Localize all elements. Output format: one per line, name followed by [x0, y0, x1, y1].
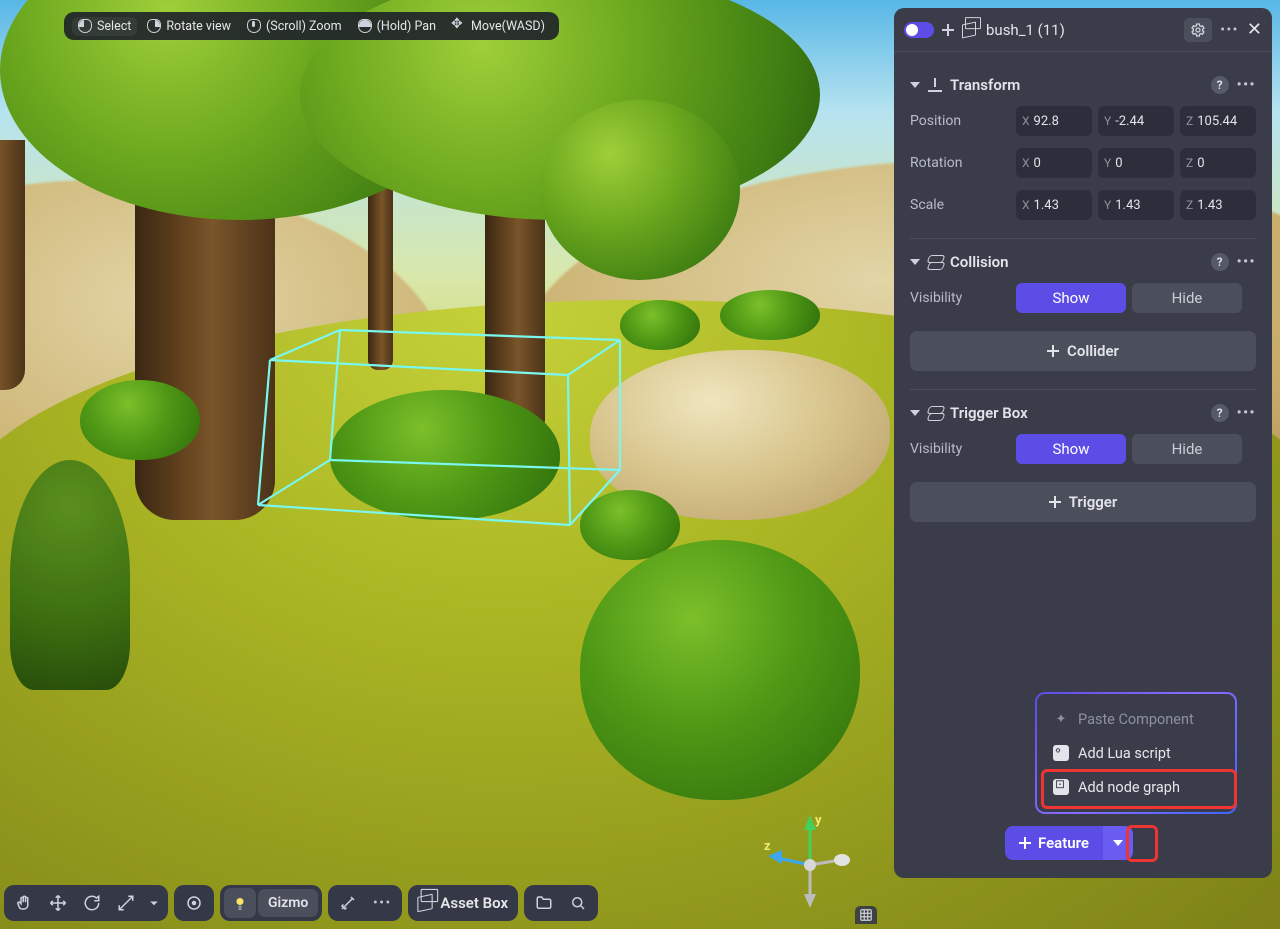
tool-scale[interactable]: [110, 888, 142, 918]
move-icon: [452, 19, 466, 33]
section-trigger-box: Trigger Box ? ••• Visibility Show Hide T…: [910, 404, 1256, 522]
feature-menu-popup: Paste Component Add Lua script Add node …: [1035, 692, 1237, 814]
menu-paste-component: Paste Component: [1045, 702, 1227, 736]
feature-split-button: Feature: [1005, 826, 1133, 860]
add-collider-button[interactable]: Collider: [910, 331, 1256, 371]
inspector-header: bush_1 (11) ••• ✕: [894, 8, 1272, 52]
axis-orientation-gizmo[interactable]: y z: [760, 810, 860, 910]
object-enabled-toggle[interactable]: [904, 22, 934, 38]
snap-button[interactable]: [178, 888, 210, 918]
visibility-show-button[interactable]: Show: [1016, 434, 1126, 464]
mouse-left-icon: [78, 19, 92, 33]
scale-y-input[interactable]: Y1.43: [1098, 190, 1174, 220]
viewport-controls-toolbar: Select Rotate view (Scroll) Zoom (Hold) …: [64, 12, 559, 40]
label: (Hold) Pan: [377, 19, 436, 34]
mouse-scroll-icon: [247, 19, 261, 33]
row-position: Position X92.8 Y-2.44 Z105.44: [910, 106, 1256, 136]
folder-button[interactable]: [528, 888, 560, 918]
tool-zoom[interactable]: (Scroll) Zoom: [241, 17, 348, 36]
section-title: Collision: [950, 253, 1008, 271]
section-more-button[interactable]: •••: [1237, 77, 1256, 93]
rotation-z-input[interactable]: Z0: [1180, 148, 1256, 178]
caret-down-icon[interactable]: [910, 259, 920, 265]
menu-add-node-graph[interactable]: Add node graph: [1045, 770, 1227, 804]
visibility-show-button[interactable]: Show: [1016, 283, 1126, 313]
object-name[interactable]: bush_1 (11): [984, 21, 1176, 39]
help-button[interactable]: ?: [1211, 76, 1229, 94]
object-icon: [962, 21, 976, 38]
add-trigger-button[interactable]: Trigger: [910, 482, 1256, 522]
mouse-right-icon: [147, 19, 161, 33]
label: (Scroll) Zoom: [266, 19, 342, 34]
position-z-input[interactable]: Z105.44: [1180, 106, 1256, 136]
code-icon: [1053, 745, 1069, 761]
rotation-x-input[interactable]: X0: [1016, 148, 1092, 178]
wand-icon: [1053, 711, 1069, 727]
light-button[interactable]: [224, 888, 256, 918]
section-title: Trigger Box: [950, 404, 1028, 422]
label: Asset Box: [440, 894, 508, 912]
transform-icon: [928, 78, 942, 92]
field-label: Scale: [910, 197, 1010, 213]
scale-z-input[interactable]: Z1.43: [1180, 190, 1256, 220]
grid-toggle-button[interactable]: [855, 906, 877, 924]
rotation-y-input[interactable]: Y0: [1098, 148, 1174, 178]
bottom-toolbar: Gizmo ••• Asset Box: [4, 885, 598, 921]
label: Select: [97, 19, 131, 34]
graph-icon: [1053, 779, 1069, 795]
label: Move(WASD): [471, 19, 545, 34]
plus-icon: [1047, 345, 1059, 357]
help-button[interactable]: ?: [1211, 253, 1229, 271]
plus-icon: [1019, 837, 1031, 849]
magic-wand-button[interactable]: [332, 888, 364, 918]
tool-pan[interactable]: (Hold) Pan: [352, 17, 442, 36]
axis-z-label: z: [764, 839, 771, 854]
visibility-hide-button[interactable]: Hide: [1132, 283, 1242, 313]
row-rotation: Rotation X0 Y0 Z0: [910, 148, 1256, 178]
section-transform: Transform ? ••• Position X92.8 Y-2.44 Z1…: [910, 76, 1256, 220]
visibility-hide-button[interactable]: Hide: [1132, 434, 1242, 464]
tool-hand[interactable]: [8, 888, 40, 918]
menu-add-lua-script[interactable]: Add Lua script: [1045, 736, 1227, 770]
caret-down-icon[interactable]: [910, 82, 920, 88]
field-label: Visibility: [910, 290, 1010, 306]
scale-x-input[interactable]: X1.43: [1016, 190, 1092, 220]
add-icon[interactable]: [942, 24, 954, 36]
settings-button[interactable]: [1184, 18, 1212, 42]
search-button[interactable]: [562, 888, 594, 918]
chevron-down-icon: [1113, 840, 1123, 846]
feature-dropdown-button[interactable]: [1103, 826, 1133, 860]
axis-y-label: y: [815, 813, 822, 828]
box-icon: [418, 894, 433, 913]
close-button[interactable]: ✕: [1247, 21, 1262, 39]
field-label: Visibility: [910, 441, 1010, 457]
row-scale: Scale X1.43 Y1.43 Z1.43: [910, 190, 1256, 220]
tool-move-wasd[interactable]: Move(WASD): [446, 17, 551, 36]
field-label: Rotation: [910, 155, 1010, 171]
feature-button[interactable]: Feature: [1005, 826, 1103, 860]
section-collision: Collision ? ••• Visibility Show Hide Col…: [910, 253, 1256, 371]
section-more-button[interactable]: •••: [1237, 254, 1256, 270]
label: Rotate view: [166, 19, 231, 34]
position-y-input[interactable]: Y-2.44: [1098, 106, 1174, 136]
more-tools[interactable]: [144, 888, 164, 918]
field-label: Position: [910, 113, 1010, 129]
help-button[interactable]: ?: [1211, 404, 1229, 422]
mouse-hold-icon: [358, 19, 372, 33]
position-x-input[interactable]: X92.8: [1016, 106, 1092, 136]
section-title: Transform: [950, 76, 1020, 94]
asset-box-panel-toggle[interactable]: Asset Box: [408, 885, 518, 921]
section-more-button[interactable]: •••: [1237, 405, 1256, 421]
tool-rotate-view[interactable]: Rotate view: [141, 17, 237, 36]
caret-down-icon[interactable]: [910, 410, 920, 416]
tool-select[interactable]: Select: [72, 17, 137, 36]
more-button[interactable]: •••: [366, 888, 398, 918]
gizmo-toggle[interactable]: Gizmo: [258, 889, 318, 917]
tool-move[interactable]: [42, 888, 74, 918]
plus-icon: [1049, 496, 1061, 508]
more-button[interactable]: •••: [1220, 22, 1239, 38]
trigger-icon: [928, 406, 942, 420]
collision-icon: [928, 255, 942, 269]
tool-rotate[interactable]: [76, 888, 108, 918]
